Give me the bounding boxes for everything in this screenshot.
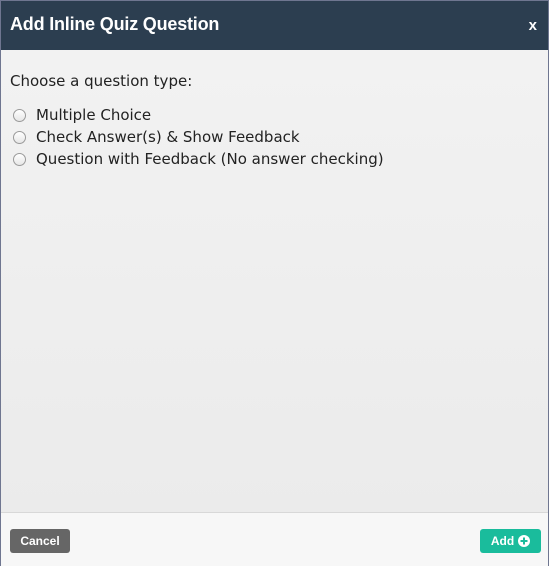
- option-label: Check Answer(s) & Show Feedback: [36, 128, 300, 146]
- radio-question-with-feedback[interactable]: [13, 152, 26, 166]
- dialog-body: Choose a question type: Multiple Choice …: [1, 50, 548, 512]
- quiz-question-dialog: Add Inline Quiz Question x Choose a ques…: [0, 0, 549, 566]
- cancel-button-label: Cancel: [20, 534, 60, 548]
- add-button-label: Add: [490, 534, 515, 548]
- question-type-prompt: Choose a question type:: [10, 72, 193, 90]
- radio-multiple-choice[interactable]: [13, 108, 26, 122]
- dialog-footer: Cancel Add: [1, 512, 548, 566]
- dialog-title: Add Inline Quiz Question: [10, 14, 220, 34]
- option-multiple-choice[interactable]: Multiple Choice: [13, 104, 384, 126]
- option-check-answers[interactable]: Check Answer(s) & Show Feedback: [13, 126, 384, 148]
- option-question-with-feedback[interactable]: Question with Feedback (No answer checki…: [13, 148, 384, 170]
- add-button[interactable]: Add: [480, 529, 541, 553]
- option-label: Multiple Choice: [36, 106, 152, 124]
- option-label: Question with Feedback (No answer checki…: [36, 150, 384, 168]
- radio-check-answers[interactable]: [13, 130, 26, 144]
- dialog-titlebar: Add Inline Quiz Question x: [1, 1, 548, 50]
- plus-circle-icon: [518, 535, 531, 547]
- cancel-button[interactable]: Cancel: [10, 529, 70, 553]
- question-type-options: Multiple Choice Check Answer(s) & Show F…: [13, 104, 384, 170]
- close-button[interactable]: x: [529, 17, 537, 34]
